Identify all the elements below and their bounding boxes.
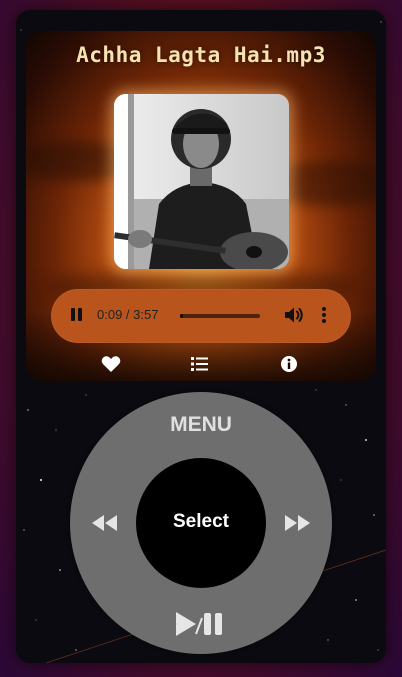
favorite-button[interactable] — [101, 355, 123, 375]
pause-button[interactable] — [71, 308, 83, 322]
previous-button[interactable] — [90, 514, 118, 532]
more-vertical-icon — [322, 307, 326, 323]
play-pause-button[interactable] — [174, 610, 228, 638]
progress-bar[interactable] — [180, 314, 260, 318]
select-button[interactable]: Select — [136, 458, 266, 588]
playlist-icon — [191, 357, 208, 371]
music-player-device: Achha Lagta Hai.mp3 0:09 / 3:57 MENU Sel… — [16, 10, 386, 663]
action-icons — [26, 353, 376, 377]
menu-button[interactable]: MENU — [70, 413, 332, 437]
more-options-button[interactable] — [317, 305, 331, 325]
song-title: Achha Lagta Hai.mp3 — [76, 43, 326, 67]
audio-controls: 0:09 / 3:57 — [51, 289, 351, 343]
album-art — [114, 94, 289, 269]
playback-time: 0:09 / 3:57 — [97, 307, 159, 322]
rewind-icon — [92, 515, 117, 531]
heart-icon — [101, 356, 121, 372]
next-button[interactable] — [284, 514, 312, 532]
click-wheel: MENU Select — [70, 392, 332, 654]
select-label: Select — [173, 511, 229, 532]
now-playing-screen: Achha Lagta Hai.mp3 0:09 / 3:57 — [26, 31, 376, 381]
volume-button[interactable] — [284, 306, 304, 324]
pause-icon — [71, 308, 75, 321]
info-icon — [281, 356, 297, 372]
progress-fill — [180, 314, 184, 318]
info-button[interactable] — [280, 355, 302, 375]
playlist-button[interactable] — [190, 355, 212, 375]
fast-forward-icon — [285, 515, 310, 531]
volume-icon — [285, 307, 303, 323]
play-pause-icon — [176, 612, 222, 636]
